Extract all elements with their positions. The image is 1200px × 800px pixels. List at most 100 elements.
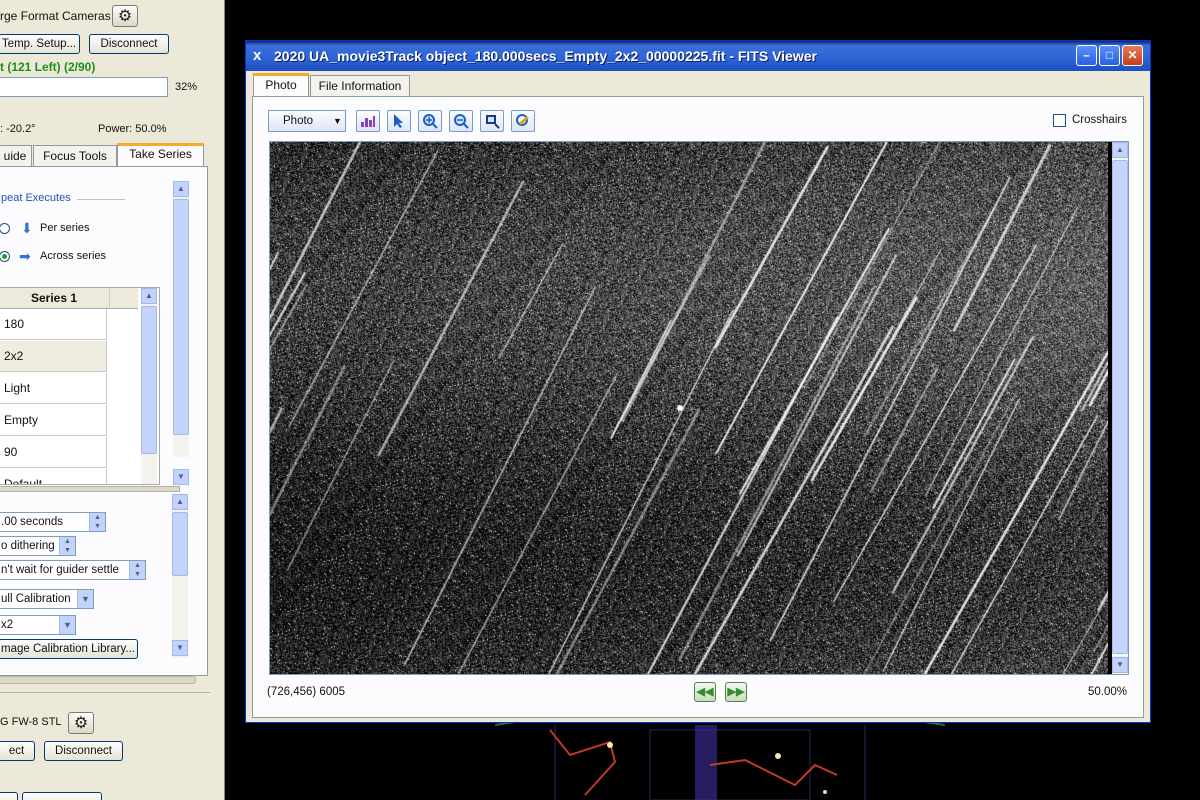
guider-settle-spinner[interactable]: n't wait for guider settle ▲ ▼ <box>0 560 146 580</box>
scroll-thumb[interactable] <box>173 199 189 435</box>
zoom-out-button[interactable] <box>449 110 473 132</box>
panel-splitter[interactable] <box>0 676 196 684</box>
previous-image-button[interactable]: ◀◀ <box>694 682 716 702</box>
maximize-button[interactable]: □ <box>1099 45 1120 66</box>
star <box>775 753 781 759</box>
field-of-view-box <box>649 729 811 800</box>
star <box>607 742 613 748</box>
tab-photo[interactable]: Photo <box>253 73 309 97</box>
exposure-value: .00 seconds <box>1 516 64 528</box>
repeat-executes-header: peat Executes <box>1 192 71 204</box>
zoom-level: 50.00% <box>1088 686 1128 698</box>
upper-scrollbar[interactable]: ▲ ▼ <box>173 181 189 485</box>
image-vertical-scrollbar[interactable]: ▲ ▼ <box>1112 142 1128 674</box>
app-icon: x <box>253 47 262 64</box>
scroll-up-icon[interactable]: ▲ <box>173 181 189 197</box>
scroll-up-icon[interactable]: ▲ <box>1112 142 1128 158</box>
camera-header: rge Format Cameras <box>0 9 111 23</box>
fits-image-display[interactable]: ▲ ▼ <box>269 141 1129 675</box>
fits-image[interactable] <box>270 142 1108 674</box>
minimize-button[interactable]: – <box>1076 45 1097 66</box>
telescope-marker <box>695 725 717 800</box>
tab-take-series[interactable]: Take Series <box>117 143 204 167</box>
series-cell[interactable]: 180 <box>0 309 107 340</box>
zoom-in-button[interactable] <box>418 110 442 132</box>
constellation-line <box>549 729 617 796</box>
radio-across-series[interactable] <box>0 251 10 262</box>
close-button[interactable]: ✕ <box>1122 45 1143 66</box>
crosshairs-checkbox[interactable] <box>1053 114 1066 127</box>
lower-scrollbar[interactable]: ▲ ▼ <box>172 494 188 658</box>
series-cell[interactable]: Light <box>0 373 107 404</box>
scroll-thumb[interactable] <box>172 512 188 576</box>
power-readout: Power: 50.0% <box>98 123 167 135</box>
binning-select[interactable]: x2 ▼ <box>0 615 76 635</box>
series-table-scrollbar[interactable]: ▲ <box>141 288 157 484</box>
fits-viewer-body: Photo File Information Photo ▼ Crosshair… <box>249 71 1147 721</box>
pointer-tool-button[interactable] <box>387 110 411 132</box>
tab-file-information[interactable]: File Information <box>310 75 410 97</box>
scroll-up-icon[interactable]: ▲ <box>172 494 188 510</box>
disconnect-filter-button[interactable]: Disconnect <box>44 741 123 761</box>
camera-settings-button[interactable]: ⚙ <box>112 5 138 27</box>
photo-tab-page: Photo ▼ Crosshairs ▲ ▼ (726,456) 6005 ◀◀… <box>252 96 1144 718</box>
temperature-readout: : -20.2° <box>0 123 36 135</box>
horizontal-splitter[interactable] <box>0 486 180 492</box>
constellation-line <box>709 758 838 787</box>
section-divider <box>0 692 210 693</box>
camera-control-panel: rge Format Cameras ⚙ Temp. Setup... Disc… <box>0 0 225 800</box>
series-cell[interactable]: Empty <box>0 405 107 436</box>
scroll-down-icon[interactable]: ▼ <box>172 640 188 656</box>
exposure-progress-bar <box>0 77 168 97</box>
scroll-down-icon[interactable]: ▼ <box>1112 657 1128 673</box>
spin-arrows-icon[interactable]: ▲ ▼ <box>129 561 145 579</box>
tab-focus-tools[interactable]: Focus Tools <box>33 145 117 167</box>
annotate-button[interactable] <box>511 110 535 132</box>
pointer-icon <box>394 114 403 128</box>
progress-label: 32% <box>175 81 198 93</box>
temp-setup-button[interactable]: Temp. Setup... <box>0 34 80 54</box>
zoom-fit-icon <box>486 115 500 129</box>
exposure-status: t (121 Left) (2/90) <box>0 60 96 74</box>
across-series-label: Across series <box>40 250 107 262</box>
partial-button[interactable] <box>0 792 18 800</box>
histogram-button[interactable] <box>356 110 380 132</box>
spin-arrows-icon[interactable]: ▲ ▼ <box>89 513 105 531</box>
calibration-library-button[interactable]: mage Calibration Library... <box>0 639 138 659</box>
scroll-up-icon[interactable]: ▲ <box>141 288 157 304</box>
series-cell[interactable]: Default <box>0 469 107 484</box>
partial-button[interactable] <box>22 792 102 800</box>
arrow-down-icon: ⬇ <box>21 220 33 236</box>
spin-arrows-icon[interactable]: ▲ ▼ <box>59 537 75 555</box>
close-icon: ✕ <box>1127 48 1138 62</box>
filter-wheel-settings-button[interactable]: ⚙ <box>68 712 94 734</box>
calibration-select[interactable]: ull Calibration ▼ <box>0 589 94 609</box>
next-image-button[interactable]: ▶▶ <box>725 682 747 702</box>
zoom-fit-button[interactable] <box>480 110 504 132</box>
star <box>823 790 827 794</box>
series-cell[interactable]: 2x2 <box>0 341 107 372</box>
disconnect-button[interactable]: Disconnect <box>89 34 169 54</box>
radio-per-series[interactable] <box>0 223 10 234</box>
dithering-spinner[interactable]: o dithering ▲ ▼ <box>0 536 76 556</box>
scroll-thumb[interactable] <box>1112 160 1128 654</box>
exposure-spinner[interactable]: .00 seconds ▲ ▼ <box>0 512 106 532</box>
chevron-down-icon[interactable]: ▼ <box>330 111 345 131</box>
scroll-thumb[interactable] <box>141 306 157 454</box>
filter-wheel-label: G FW-8 STL <box>0 716 62 728</box>
maximize-icon: □ <box>1105 48 1114 62</box>
connect-button[interactable]: ect <box>0 741 35 761</box>
fits-viewer-window[interactable]: x 2020 UA_movie3Track object_180.000secs… <box>245 40 1151 723</box>
view-select[interactable]: Photo ▼ <box>268 110 346 132</box>
chevron-down-icon[interactable]: ▼ <box>77 590 93 608</box>
series-column-header: Series 1 <box>0 288 109 309</box>
window-title: 2020 UA_movie3Track object_180.000secs_E… <box>274 48 817 64</box>
scroll-down-icon[interactable]: ▼ <box>173 469 189 485</box>
chevron-down-icon[interactable]: ▼ <box>59 616 75 634</box>
series-header-spacer <box>109 288 138 309</box>
title-bar[interactable]: x 2020 UA_movie3Track object_180.000secs… <box>246 41 1150 71</box>
histogram-icon <box>361 116 375 127</box>
tab-autoguide[interactable]: uide <box>0 145 32 167</box>
series-cell[interactable]: 90 <box>0 437 107 468</box>
view-select-value: Photo <box>283 115 314 127</box>
